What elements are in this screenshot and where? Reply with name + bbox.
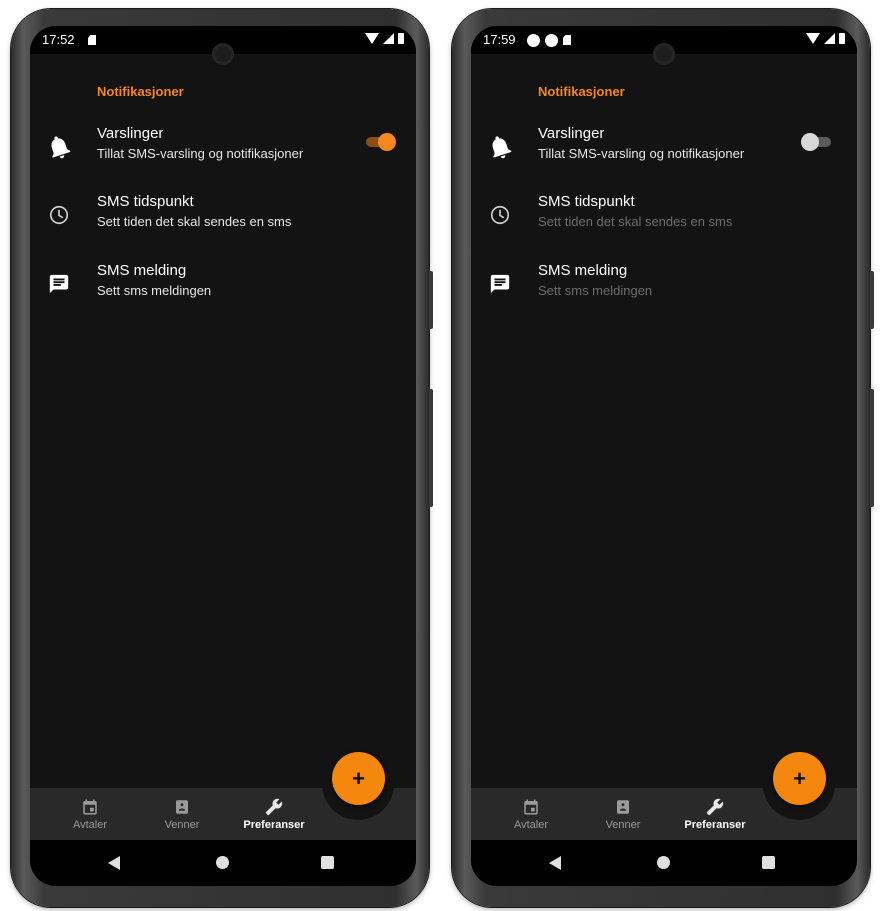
status-icons — [527, 33, 571, 47]
front-camera — [653, 43, 675, 65]
phone-frame-right: 17:59 Notifikasjoner Varslinger Tillat S… — [452, 9, 874, 907]
front-camera — [212, 43, 234, 65]
bell-icon — [485, 132, 515, 162]
status-indicators — [365, 33, 404, 44]
varslinger-switch[interactable] — [801, 133, 831, 151]
screen-right: 17:59 Notifikasjoner Varslinger Tillat S… — [471, 26, 857, 886]
wifi-icon — [365, 33, 379, 44]
pref-summary: Sett sms meldingen — [538, 283, 653, 298]
system-navigation-bar — [471, 840, 857, 886]
pref-varslinger[interactable]: Varslinger Tillat SMS-varsling og notifi… — [30, 122, 416, 182]
contacts-icon — [176, 800, 188, 814]
recents-icon[interactable] — [321, 856, 334, 869]
pref-sms-tidspunkt[interactable]: SMS tidspunkt Sett tiden det skal sendes… — [30, 190, 416, 250]
wrench-icon — [706, 798, 724, 816]
pref-summary: Tillat SMS-varsling og notifikasjoner — [538, 146, 745, 161]
status-icons — [88, 33, 96, 47]
back-icon[interactable] — [549, 856, 561, 870]
battery-icon — [398, 33, 404, 44]
status-indicators — [806, 33, 845, 44]
status-time: 17:52 — [42, 32, 75, 47]
nav-avtaler[interactable]: Avtaler — [481, 788, 581, 840]
sdcard-icon — [563, 35, 571, 45]
pref-varslinger[interactable]: Varslinger Tillat SMS-varsling og notifi… — [471, 122, 857, 182]
power-button — [870, 389, 874, 507]
pref-title: SMS tidspunkt — [97, 193, 194, 210]
add-fab-button[interactable]: + — [332, 752, 385, 805]
contacts-icon — [617, 800, 629, 814]
nav-avtaler[interactable]: Avtaler — [40, 788, 140, 840]
circle-icon — [527, 33, 540, 47]
plus-icon: + — [352, 765, 365, 791]
nav-label: Venner — [164, 819, 200, 831]
pref-summary: Sett sms meldingen — [97, 283, 212, 298]
battery-icon — [839, 33, 845, 44]
clock-icon — [485, 200, 515, 230]
nav-label: Preferanser — [243, 819, 305, 831]
pref-summary: Sett tiden det skal sendes en sms — [97, 214, 292, 229]
system-navigation-bar — [30, 840, 416, 886]
wifi-icon — [806, 33, 820, 44]
switch-thumb — [378, 133, 396, 151]
bell-icon — [44, 132, 74, 162]
switch-thumb — [801, 133, 819, 151]
pref-title: Varslinger — [97, 125, 164, 142]
pref-summary: Tillat SMS-varsling og notifikasjoner — [97, 146, 304, 161]
add-fab-button[interactable]: + — [773, 752, 826, 805]
message-icon — [44, 269, 74, 299]
volume-button — [429, 271, 433, 329]
message-icon — [485, 269, 515, 299]
recents-icon[interactable] — [762, 856, 775, 869]
back-icon[interactable] — [108, 856, 120, 870]
status-time: 17:59 — [483, 32, 516, 47]
section-header-notifications: Notifikasjoner — [97, 84, 184, 99]
nav-preferanser[interactable]: Preferanser — [665, 788, 765, 840]
pref-title: SMS melding — [97, 262, 187, 279]
pref-title: Varslinger — [538, 125, 605, 142]
nav-preferanser[interactable]: Preferanser — [224, 788, 324, 840]
nav-venner[interactable]: Venner — [132, 788, 232, 840]
nav-label: Preferanser — [684, 819, 746, 831]
circle-icon — [545, 33, 558, 47]
phone-frame-left: 17:52 Notifikasjoner Varslinger Tillat S… — [11, 9, 433, 907]
cellular-signal-icon — [824, 33, 835, 44]
nav-label: Venner — [605, 819, 641, 831]
nav-label: Avtaler — [72, 819, 108, 831]
nav-venner[interactable]: Venner — [573, 788, 673, 840]
calendar-icon — [524, 799, 538, 815]
pref-title: SMS tidspunkt — [538, 193, 635, 210]
cellular-signal-icon — [383, 33, 394, 44]
clock-icon — [44, 200, 74, 230]
wrench-icon — [265, 798, 283, 816]
pref-title: SMS melding — [538, 262, 628, 279]
nav-label: Avtaler — [513, 819, 549, 831]
pref-summary: Sett tiden det skal sendes en sms — [538, 214, 733, 229]
volume-button — [870, 271, 874, 329]
power-button — [429, 389, 433, 507]
screen-left: 17:52 Notifikasjoner Varslinger Tillat S… — [30, 26, 416, 886]
plus-icon: + — [793, 765, 806, 791]
varslinger-switch[interactable] — [366, 133, 396, 151]
home-icon[interactable] — [657, 856, 670, 869]
pref-sms-melding[interactable]: SMS melding Sett sms meldingen — [30, 259, 416, 319]
section-header-notifications: Notifikasjoner — [538, 84, 625, 99]
calendar-icon — [83, 799, 97, 815]
pref-sms-tidspunkt[interactable]: SMS tidspunkt Sett tiden det skal sendes… — [471, 190, 857, 250]
home-icon[interactable] — [216, 856, 229, 869]
pref-sms-melding[interactable]: SMS melding Sett sms meldingen — [471, 259, 857, 319]
sdcard-icon — [88, 35, 96, 45]
